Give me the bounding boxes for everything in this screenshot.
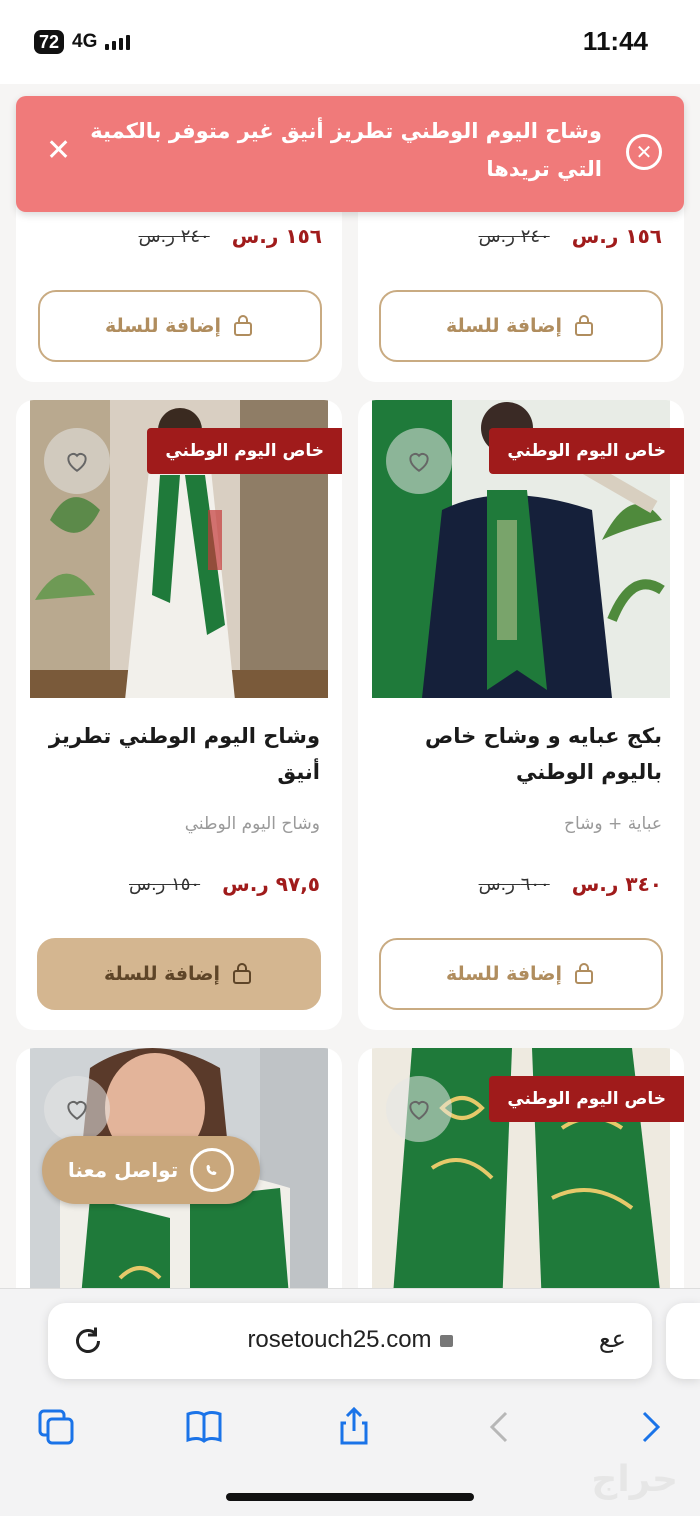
add-to-cart-label: إضافة للسلة: [445, 963, 563, 985]
alert-message: وشاح اليوم الوطني تطريز أنيق غير متوفر ب…: [90, 119, 602, 181]
promo-badge: خاص اليوم الوطني: [147, 428, 342, 474]
favorite-button[interactable]: [386, 1076, 452, 1142]
heart-icon: [409, 1101, 429, 1120]
product-category: وشاح اليوم الوطني: [184, 814, 320, 834]
signal-icon: [105, 34, 131, 50]
contact-us-label: تواصل معنا: [67, 1158, 179, 1182]
shopping-bag-icon: [575, 963, 594, 984]
current-price: ٣٤٠ ر.س: [571, 872, 662, 896]
home-indicator[interactable]: [226, 1493, 474, 1501]
contact-us-button[interactable]: تواصل معنا: [42, 1136, 260, 1204]
share-icon[interactable]: [332, 1405, 376, 1449]
heart-icon: [67, 1101, 87, 1120]
address-bar[interactable]: rosetouch25.com عع: [48, 1303, 652, 1379]
status-left: 72 4G: [34, 30, 131, 54]
price-row: ٣٤٠ ر.س ٦٠٠ ر.س: [479, 872, 662, 896]
old-price: ١٥٠ ر.س: [128, 873, 201, 895]
bookmarks-icon[interactable]: [182, 1405, 226, 1449]
old-price: ٢٤٠ ر.س: [138, 225, 210, 247]
shopping-bag-icon: [233, 963, 252, 984]
current-price: ١٥٦ ر.س: [571, 224, 662, 248]
lock-icon: [439, 1335, 453, 1347]
add-to-cart-label: إضافة للسلة: [445, 315, 563, 337]
old-price: ٦٠٠ ر.س: [478, 873, 550, 895]
current-price: ٩٧,٥ ر.س: [222, 872, 320, 896]
close-icon: ✕: [46, 133, 72, 168]
tabs-icon[interactable]: [34, 1405, 78, 1449]
battery-indicator: 72: [34, 30, 65, 54]
close-alert-button[interactable]: ✕: [46, 136, 71, 166]
price-row: ١٥٦ ر.س ٢٤٠ ر.س: [479, 224, 662, 248]
status-bar: 72 4G 11:44: [0, 0, 700, 84]
back-icon[interactable]: [478, 1405, 522, 1449]
watermark: حراج: [591, 1459, 678, 1500]
product-card: خاص اليوم الوطني: [358, 1048, 684, 1308]
url-display[interactable]: rosetouch25.com: [48, 1326, 652, 1354]
favorite-button[interactable]: [386, 428, 452, 494]
add-to-cart-label: إضافة للسلة: [104, 315, 222, 337]
promo-badge: خاص اليوم الوطني: [489, 428, 684, 474]
clock: 11:44: [582, 26, 648, 56]
next-tab-preview[interactable]: [666, 1303, 700, 1379]
product-category: عباية + وشاح: [564, 814, 662, 834]
browser-toolbar: [0, 1393, 700, 1457]
price-row: ١٥٦ ر.س ٢٤٠ ر.س: [139, 224, 322, 248]
network-label: 4G: [72, 31, 98, 52]
current-price: ١٥٦ ر.س: [231, 224, 322, 248]
add-to-cart-button[interactable]: إضافة للسلة: [37, 938, 321, 1010]
product-card: خاص اليوم الوطني وشاح اليوم الوطني تطريز…: [16, 400, 342, 1030]
whatsapp-icon: [190, 1148, 235, 1192]
add-to-cart-button[interactable]: إضافة للسلة: [379, 290, 663, 362]
favorite-button[interactable]: [44, 1076, 110, 1142]
text-size-button[interactable]: عع: [599, 1325, 626, 1353]
shopping-bag-icon: [234, 315, 253, 336]
old-price: ٢٤٠ ر.س: [478, 225, 550, 247]
promo-badge: خاص اليوم الوطني: [489, 1076, 684, 1122]
favorite-button[interactable]: [44, 428, 110, 494]
forward-icon[interactable]: [628, 1405, 672, 1449]
product-card: خاص اليوم الوطني بكج عبايه و وشاح خاص با…: [358, 400, 684, 1030]
price-row: ٩٧,٥ ر.س ١٥٠ ر.س: [129, 872, 320, 896]
product-title[interactable]: وشاح اليوم الوطني تطريز أنيق: [30, 718, 320, 790]
shopping-bag-icon: [575, 315, 594, 336]
product-title[interactable]: بكج عبايه و وشاح خاص باليوم الوطني: [372, 718, 662, 790]
stock-alert: وشاح اليوم الوطني تطريز أنيق غير متوفر ب…: [16, 96, 684, 212]
app-screen: 72 4G 11:44 ١٥٦ ر.س ٢٤٠ ر.س إضافة للسلة …: [0, 0, 700, 1516]
browser-chrome: rosetouch25.com عع حراج: [0, 1288, 700, 1516]
add-to-cart-button[interactable]: إضافة للسلة: [38, 290, 322, 362]
x-circle-icon: ✕: [626, 134, 662, 170]
heart-icon: [409, 453, 429, 472]
add-to-cart-label: إضافة للسلة: [103, 963, 221, 985]
heart-icon: [67, 453, 87, 472]
url-text: rosetouch25.com: [247, 1326, 432, 1353]
add-to-cart-button[interactable]: إضافة للسلة: [379, 938, 663, 1010]
